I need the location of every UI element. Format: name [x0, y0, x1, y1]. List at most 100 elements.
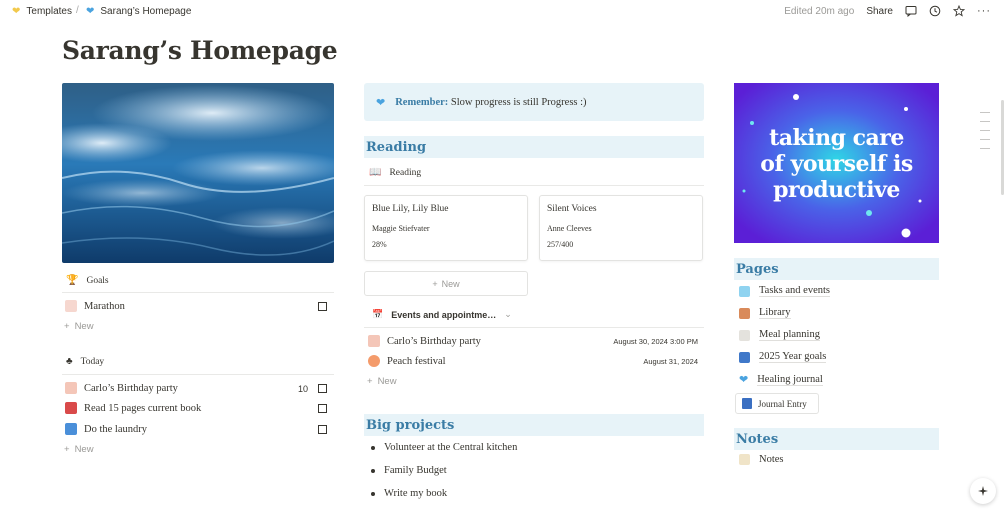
- fork-knife-plate-icon: [739, 329, 750, 341]
- goals-header[interactable]: 🏆 Goals: [66, 275, 109, 286]
- divider: [364, 327, 704, 328]
- motivational-poster-image: taking care of yourself is productive: [734, 83, 939, 243]
- plus-icon: +: [64, 321, 70, 332]
- page-link[interactable]: ❤ Healing journal: [739, 373, 823, 386]
- notes-heading: Notes: [734, 428, 939, 450]
- ai-assistant-button[interactable]: [970, 478, 996, 504]
- page-link[interactable]: 2025 Year goals: [739, 351, 827, 363]
- top-bar: ❤ Templates / ❤ Sarang’s Homepage Edited…: [0, 0, 1005, 24]
- today-item-label: Do the laundry: [84, 423, 147, 435]
- journal-entry-button[interactable]: Journal Entry: [735, 393, 819, 414]
- pages-heading-text: Pages: [736, 261, 779, 277]
- page-link-label: Healing journal: [757, 373, 823, 386]
- today-header[interactable]: ♣ Today: [66, 356, 104, 367]
- calendar-icon: 📅: [372, 309, 384, 319]
- reading-view-tab[interactable]: 📖 Reading: [369, 167, 421, 178]
- breadcrumb-parent-label: Templates: [26, 6, 72, 17]
- events-view-tab[interactable]: 📅 Events and appointme… ⌄: [372, 309, 512, 320]
- breadcrumb-current-label: Sarang’s Homepage: [100, 6, 192, 17]
- comment-icon[interactable]: [905, 5, 917, 17]
- callout-text: Slow progress is still Progress :): [448, 96, 587, 108]
- blue-heart-icon: ❤: [376, 96, 386, 109]
- books-icon: [739, 307, 750, 319]
- list-item[interactable]: Volunteer at the Central kitchen: [371, 442, 517, 453]
- list-item[interactable]: Marathon: [65, 300, 125, 312]
- party-popper-icon: [368, 335, 380, 347]
- today-item-label: Carlo’s Birthday party: [84, 382, 178, 394]
- list-item[interactable]: Carlo’s Birthday party: [65, 382, 178, 394]
- open-book-icon: 📖: [369, 167, 382, 178]
- plus-icon: +: [64, 444, 70, 455]
- pages-heading: Pages: [734, 258, 939, 280]
- today-checkbox[interactable]: [318, 404, 327, 413]
- list-item[interactable]: Write my book: [371, 488, 447, 499]
- events-new-button[interactable]: + New: [367, 376, 397, 387]
- remember-callout: ❤ Remember: Slow progress is still Progr…: [364, 83, 704, 121]
- reading-heading: Reading: [364, 136, 704, 158]
- item-count: 10: [298, 384, 309, 394]
- poster-line: productive: [773, 177, 900, 203]
- bullet-icon: [371, 468, 375, 473]
- event-date: August 31, 2024: [643, 357, 698, 366]
- bullet-icon: [371, 445, 375, 450]
- list-item[interactable]: Family Budget: [371, 465, 447, 476]
- book-author: Maggie Stiefvater: [372, 224, 430, 233]
- page-link[interactable]: Meal planning: [739, 329, 820, 341]
- page-link-label: Library: [759, 307, 791, 319]
- peach-icon: [368, 355, 380, 367]
- book-card[interactable]: Silent Voices Anne Cleeves 257/400: [539, 195, 703, 261]
- page-link[interactable]: Notes: [739, 454, 784, 465]
- breadcrumb-separator: /: [76, 5, 79, 16]
- list-item[interactable]: Do the laundry: [65, 423, 147, 435]
- share-button[interactable]: Share: [866, 6, 893, 17]
- runner-icon: [65, 300, 77, 312]
- goal-checkbox[interactable]: [318, 302, 327, 311]
- page-link[interactable]: Tasks and events: [739, 285, 830, 297]
- page-link[interactable]: Library: [739, 307, 791, 319]
- big-projects-heading: Big projects: [364, 414, 704, 436]
- notes-link-label: Notes: [759, 454, 784, 465]
- favorite-star-icon[interactable]: [953, 5, 965, 17]
- goals-new-label: New: [74, 321, 94, 332]
- toc-marker[interactable]: [980, 130, 990, 131]
- chevron-down-icon: ⌄: [504, 309, 512, 319]
- more-options-icon[interactable]: ···: [977, 5, 991, 17]
- divider: [364, 185, 704, 186]
- blue-heart-icon: ❤: [86, 6, 95, 17]
- goals-new-button[interactable]: + New: [64, 321, 94, 332]
- reading-new-label: New: [441, 278, 460, 289]
- scrollbar[interactable]: [1001, 100, 1004, 195]
- list-item[interactable]: Peach festival: [368, 355, 446, 367]
- big-projects-heading-text: Big projects: [366, 417, 455, 433]
- toc-marker[interactable]: [980, 112, 990, 113]
- today-new-button[interactable]: + New: [64, 444, 94, 455]
- toc-marker[interactable]: [980, 139, 990, 140]
- list-item[interactable]: Carlo’s Birthday party: [368, 335, 481, 347]
- list-item[interactable]: Read 15 pages current book: [65, 402, 201, 414]
- edited-status: Edited 20m ago: [784, 5, 855, 17]
- breadcrumb-parent[interactable]: ❤ Templates: [12, 6, 72, 17]
- red-book-icon: [65, 402, 77, 414]
- goals-heading: Goals: [86, 275, 109, 286]
- divider: [62, 374, 334, 375]
- blue-heart-icon: ❤: [739, 374, 749, 386]
- reading-heading-text: Reading: [366, 139, 427, 155]
- event-label: Carlo’s Birthday party: [387, 335, 481, 347]
- book-author: Anne Cleeves: [547, 224, 592, 233]
- poster-text: taking care of yourself is productive: [734, 125, 939, 203]
- book-progress: 28%: [372, 240, 387, 249]
- history-clock-icon[interactable]: [929, 5, 941, 17]
- breadcrumb-current[interactable]: ❤ Sarang’s Homepage: [86, 6, 191, 17]
- book-card[interactable]: Blue Lily, Lily Blue Maggie Stiefvater 2…: [364, 195, 528, 261]
- today-checkbox[interactable]: [318, 425, 327, 434]
- book-title: Silent Voices: [547, 204, 597, 214]
- toc-marker[interactable]: [980, 148, 990, 149]
- blue-book-icon: [742, 398, 752, 409]
- toc-marker[interactable]: [980, 121, 990, 122]
- page-link-label: Meal planning: [759, 329, 820, 341]
- reading-new-button[interactable]: + New: [364, 271, 528, 296]
- today-checkbox[interactable]: [318, 384, 327, 393]
- today-item-label: Read 15 pages current book: [84, 402, 202, 414]
- book-title: Blue Lily, Lily Blue: [372, 204, 449, 214]
- project-label: Write my book: [384, 488, 448, 499]
